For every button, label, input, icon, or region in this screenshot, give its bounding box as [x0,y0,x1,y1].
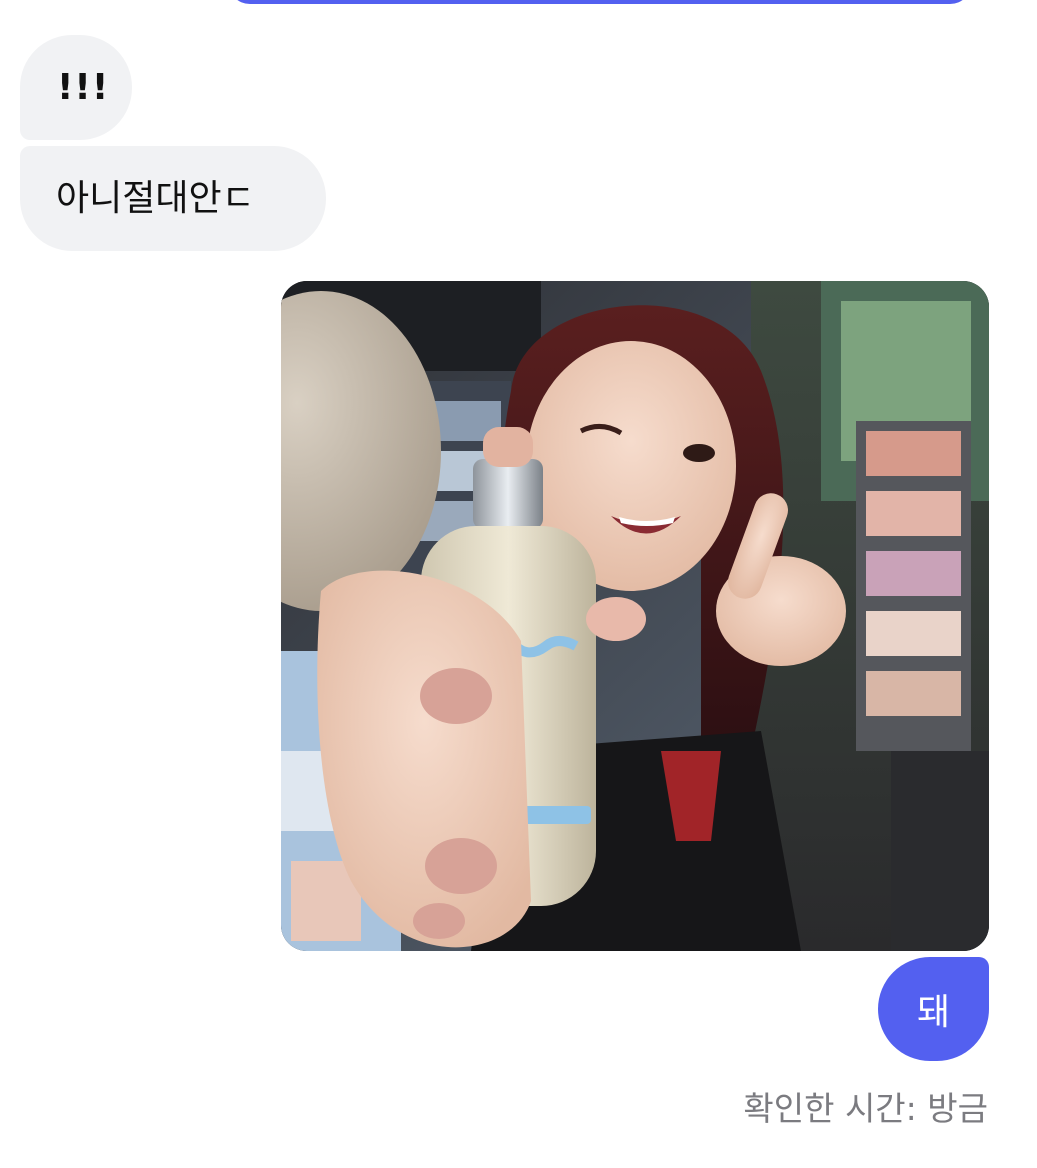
message-text: 아니절대안ㄷ [56,177,255,219]
read-receipt: 확인한 시간: 방금 [743,1089,988,1128]
message-text: 돼 [916,992,951,1033]
previous-outgoing-bubble[interactable] [228,0,972,4]
incoming-message-bubble[interactable]: 아니절대안ㄷ [20,146,326,251]
outgoing-message-bubble[interactable]: 돼 [878,957,989,1061]
shared-photo[interactable] [281,281,989,951]
photo-image [281,281,989,951]
message-text: !!! [57,66,110,108]
incoming-message-bubble[interactable]: !!! [20,35,132,140]
